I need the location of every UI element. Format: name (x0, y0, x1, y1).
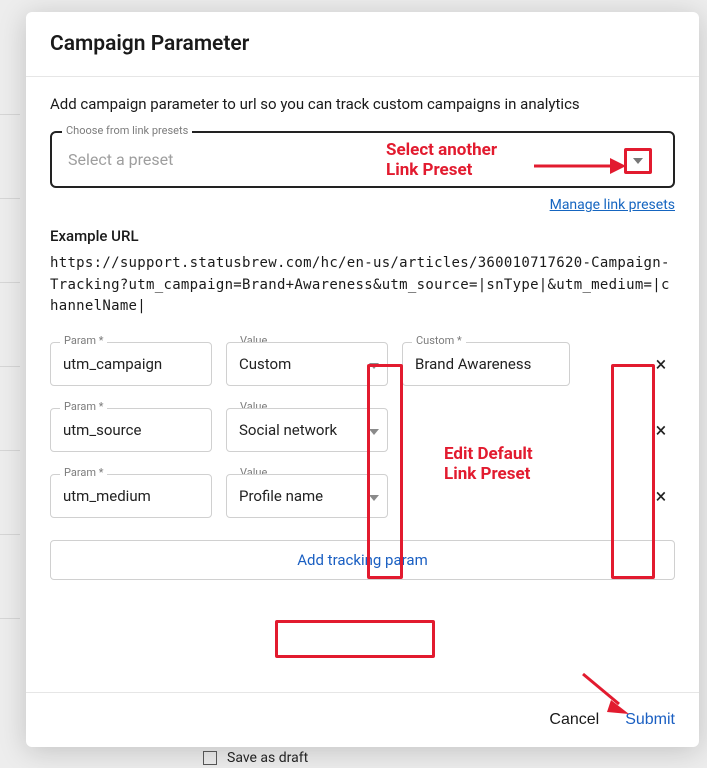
save-as-draft-label: Save as draft (227, 750, 308, 766)
param-input[interactable]: utm_medium (50, 474, 212, 518)
add-tracking-param-button[interactable]: Add tracking param (50, 540, 675, 580)
background-grid (0, 0, 26, 768)
custom-label: Custom * (412, 334, 466, 347)
param-row: Param * utm_medium Value Profile name × (50, 474, 675, 518)
dialog-body: Add campaign parameter to url so you can… (26, 77, 699, 692)
param-row: Param * utm_campaign Value Custom Custom… (50, 342, 675, 386)
param-label: Param * (60, 466, 107, 479)
dialog-footer: Cancel Submit (26, 692, 699, 747)
param-label: Param * (60, 400, 107, 413)
chevron-down-icon (369, 487, 379, 505)
chevron-down-icon (369, 421, 379, 439)
dialog-header: Campaign Parameter (26, 12, 699, 77)
close-icon: × (656, 418, 667, 442)
value-select[interactable]: Custom (226, 342, 388, 386)
custom-input[interactable]: Brand Awareness (402, 342, 570, 386)
param-input[interactable]: utm_campaign (50, 342, 212, 386)
dialog-subtitle: Add campaign parameter to url so you can… (50, 95, 675, 113)
value-select[interactable]: Social network (226, 408, 388, 452)
link-preset-placeholder: Select a preset (68, 150, 173, 169)
campaign-parameter-dialog: Campaign Parameter Add campaign paramete… (26, 12, 699, 747)
example-url-value: https://support.statusbrew.com/hc/en-us/… (50, 253, 675, 318)
param-input[interactable]: utm_source (50, 408, 212, 452)
close-icon: × (656, 484, 667, 508)
save-as-draft-checkbox[interactable]: Save as draft (203, 748, 308, 768)
example-url-heading: Example URL (50, 227, 675, 245)
manage-link-presets-link[interactable]: Manage link presets (550, 197, 675, 213)
remove-row-button[interactable]: × (647, 352, 675, 376)
close-icon: × (656, 352, 667, 376)
param-label: Param * (60, 334, 107, 347)
dialog-title: Campaign Parameter (50, 32, 675, 56)
param-row: Param * utm_source Value Social network … (50, 408, 675, 452)
link-preset-select[interactable]: Choose from link presets Select a preset (50, 131, 675, 188)
cancel-button[interactable]: Cancel (549, 711, 599, 729)
submit-button[interactable]: Submit (625, 711, 675, 729)
remove-row-button[interactable]: × (647, 484, 675, 508)
checkbox-icon (203, 751, 217, 765)
chevron-down-icon (369, 355, 379, 373)
remove-row-button[interactable]: × (647, 418, 675, 442)
value-select[interactable]: Profile name (226, 474, 388, 518)
